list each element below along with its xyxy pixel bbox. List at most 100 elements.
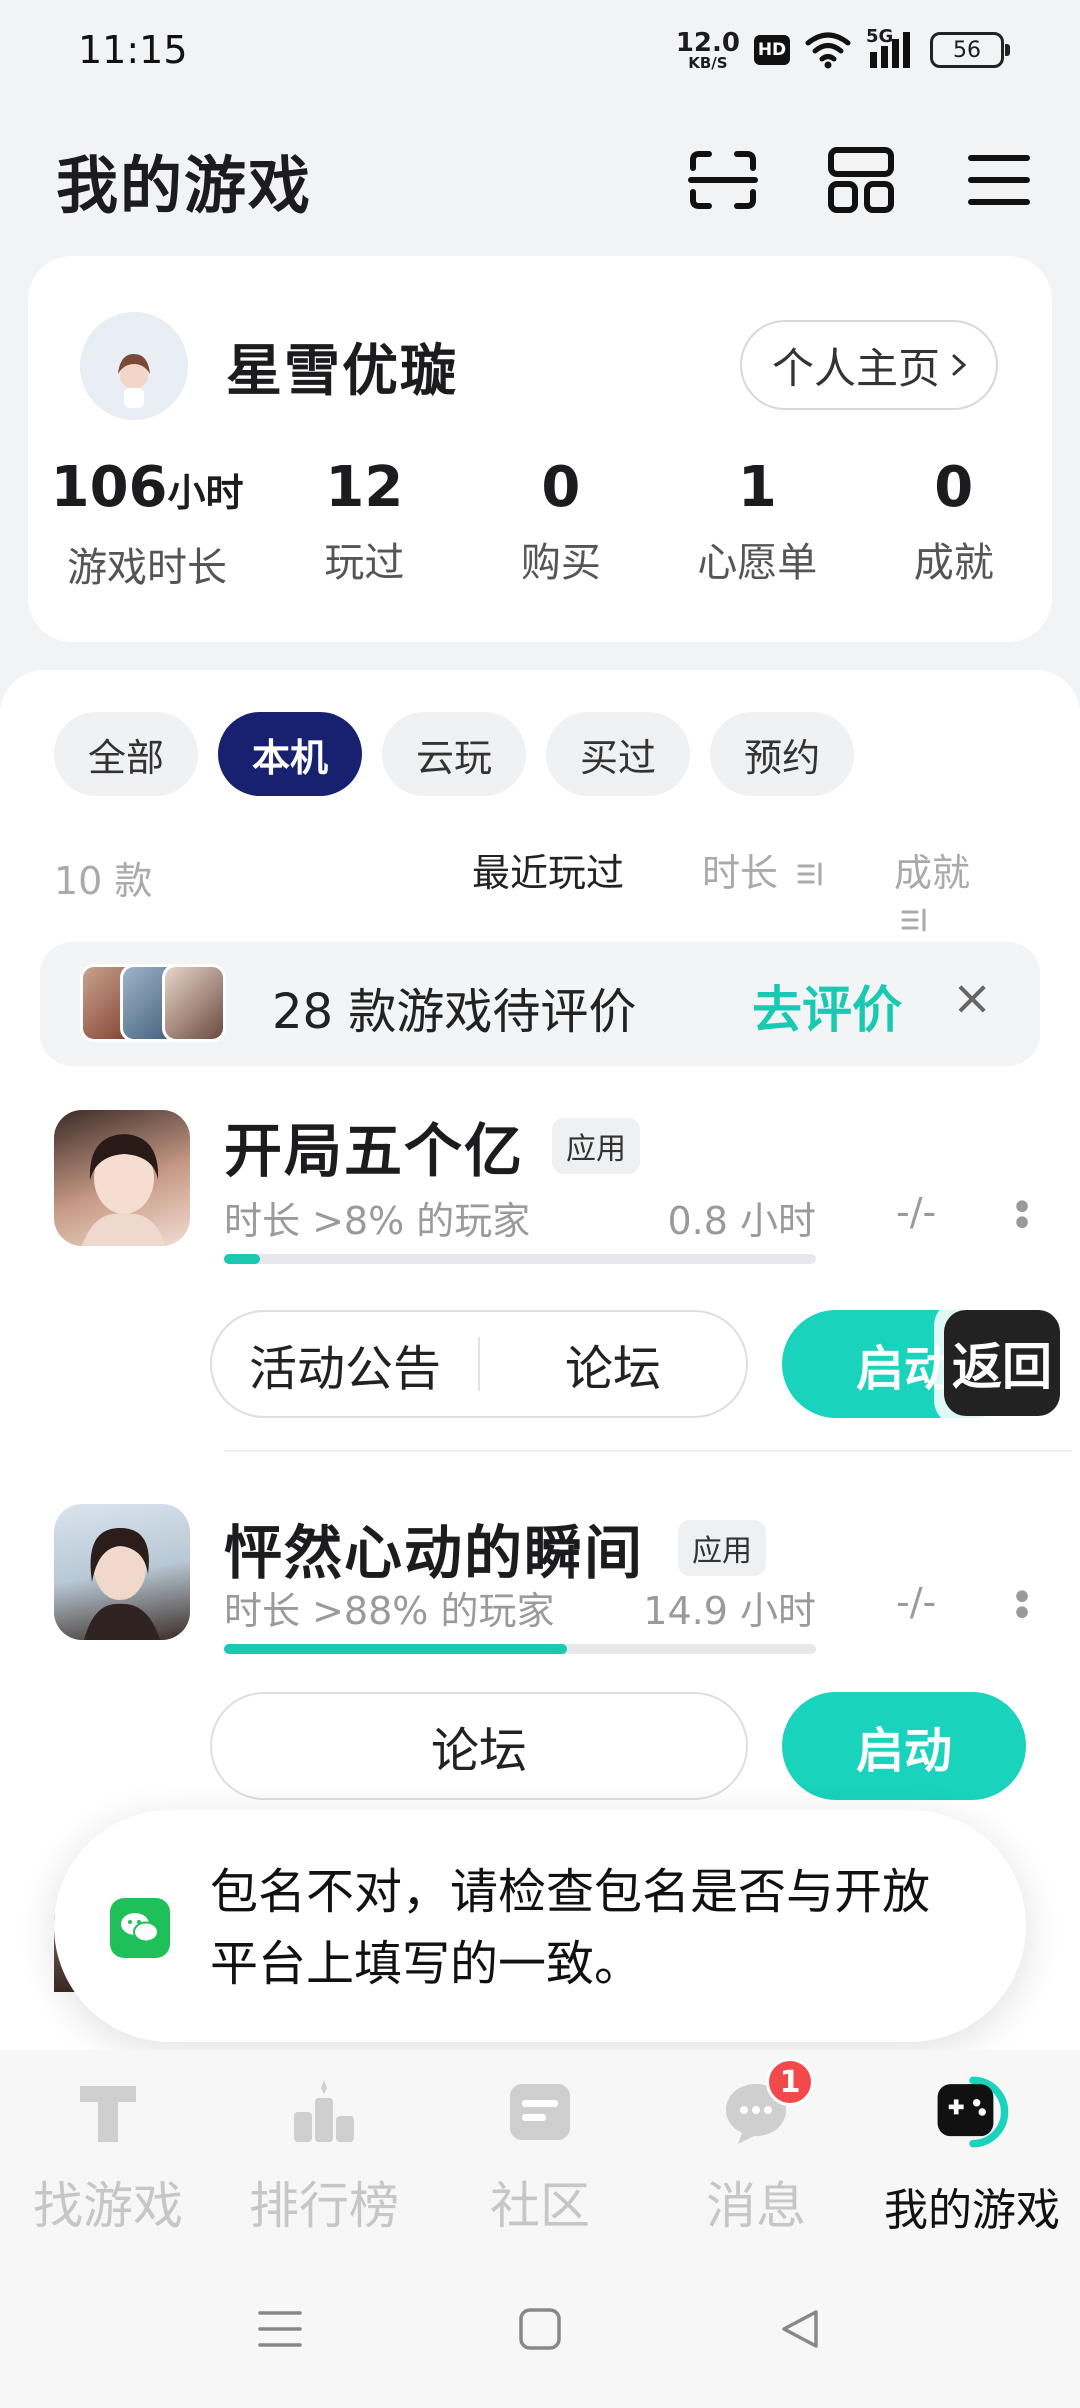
filter-bought[interactable]: 买过 [546,712,691,796]
hd-icon: HD [754,35,790,65]
sort-icon [797,862,822,886]
app-tag: 应用 [678,1520,766,1576]
homepage-button[interactable]: 个人主页 [739,320,998,410]
toast: 包名不对，请检查包名是否与开放平台上填写的一致。 [54,1810,1026,2042]
my-games-icon [932,2072,1012,2152]
review-banner[interactable]: 28 款游戏待评价 去评价 × [40,942,1040,1066]
forum-button[interactable]: 论坛 [480,1329,746,1399]
stat-label: 心愿单 [697,540,818,586]
cell-signal-icon: 5G [866,26,916,70]
nav-ranking[interactable]: 排行榜 [216,2050,432,2250]
filter-all[interactable]: 全部 [54,712,199,796]
game-hours: 14.9 小时 [643,1589,816,1633]
start-button[interactable]: 启动 [782,1692,1026,1800]
game-count: 10 款 [54,859,153,903]
game-icon [54,1504,190,1640]
stat-achievements[interactable]: 0 成就 [856,446,1052,593]
playtime-progress-track [224,1644,816,1654]
divider [224,1450,1072,1452]
wechat-icon [110,1898,170,1958]
battery-icon: 56 [930,32,1010,68]
more-options-icon[interactable]: • • [1010,1578,1034,1634]
username: 星雪优璇 [226,339,458,404]
stat-label: 游戏时长 [67,545,228,591]
stat-purchased[interactable]: 0 购买 [463,446,659,593]
filter-cloud[interactable]: 云玩 [382,712,527,796]
game-playtime-rank: 时长 >88% 的玩家 [224,1589,555,1633]
sort-icon [901,908,926,932]
stat-label: 成就 [913,540,994,586]
pending-review-thumbnails [80,964,226,1044]
playtime-progress-fill [224,1254,260,1264]
wifi-icon [805,32,851,69]
toast-message: 包名不对，请检查包名是否与开放平台上填写的一致。 [210,1864,931,1992]
game-title: 怦然心动的瞬间 [224,1519,645,1587]
message-icon: 1 [716,2058,814,2152]
avatar[interactable] [80,312,188,420]
recent-apps-icon[interactable] [250,2299,310,2359]
system-navigation-bar [0,2250,1080,2408]
sort-row: 10 款 最近玩过 时长 成就 [54,842,1014,932]
nav-label: 排行榜 [249,2177,399,2235]
stat-played[interactable]: 12 玩过 [266,446,462,593]
game-hours: 0.8 小时 [667,1199,816,1243]
header-actions [684,141,1038,219]
unread-badge: 1 [766,2058,814,2106]
sort-achievements-label: 成就 [894,851,971,895]
status-bar: 11:15 12.0 KB/S HD 5G 56 [0,0,1080,100]
back-icon[interactable] [770,2299,830,2359]
homepage-button-label: 个人主页 [771,343,940,393]
stat-label: 玩过 [324,540,405,586]
close-icon[interactable]: × [952,970,992,1026]
sort-recent[interactable]: 最近玩过 [472,842,624,897]
game-title: 开局五个亿 [224,1117,525,1185]
go-review-link[interactable]: 去评价 [752,970,902,1042]
apps-grid-icon[interactable] [822,141,900,219]
filter-local[interactable]: 本机 [218,712,363,796]
battery-level: 56 [953,37,981,63]
home-icon[interactable] [510,2299,570,2359]
game-item[interactable]: 开局五个亿 应用 时长 >8% 的玩家 0.8 小时 -/- • • 活动公告 论… [0,1110,1080,1490]
sort-duration[interactable]: 时长 [702,842,824,897]
sort-achievements[interactable]: 成就 [894,842,1014,941]
community-icon [500,2072,580,2152]
profile-stats: 106小时 游戏时长 12 玩过 0 购买 1 心愿单 0 成就 [28,446,1052,593]
playtime-progress-fill [224,1644,568,1654]
profile-card: 星雪优璇 个人主页 106小时 游戏时长 12 玩过 0 购买 1 心愿单 0 … [28,256,1052,642]
stat-playtime[interactable]: 106小时 游戏时长 [28,446,266,593]
page-title: 我的游戏 [56,149,313,222]
network-speed: 12.0 KB/S [676,30,740,71]
game-playtime-rank: 时长 >8% 的玩家 [224,1199,531,1243]
playtime-progress-track [224,1254,816,1264]
game-icon [54,1110,190,1246]
bottom-nav: 找游戏 排行榜 社区 1 消息 我的游戏 [0,2050,1080,2250]
forum-button-label: 论坛 [430,1723,527,1779]
more-options-icon[interactable]: • • [1010,1188,1034,1244]
forum-button[interactable]: 论坛 [210,1692,748,1800]
nav-label: 我的游戏 [884,2185,1060,2236]
nav-my-games[interactable]: 我的游戏 [864,2050,1080,2250]
filter-tabs: 全部 本机 云玩 买过 预约 [54,712,855,796]
nav-find-games[interactable]: 找游戏 [0,2050,216,2250]
stat-wishlist[interactable]: 1 心愿单 [659,446,855,593]
nav-label: 社区 [490,2177,590,2235]
nav-community[interactable]: 社区 [432,2050,648,2250]
stat-value: 0 [541,455,581,520]
network-speed-unit: KB/S [688,53,728,72]
nav-messages[interactable]: 1 消息 [648,2050,864,2250]
nav-label: 消息 [706,2177,806,2235]
review-prompt: 28 款游戏待评价 [272,984,637,1040]
back-button-label: 返回 [944,1310,1060,1416]
game-achievement-progress: -/- [896,1580,937,1624]
header: 我的游戏 [0,120,1080,240]
menu-icon[interactable] [960,141,1038,219]
announcement-button[interactable]: 活动公告 [212,1329,478,1399]
scan-icon[interactable] [684,141,762,219]
floating-back-button[interactable]: 返回 [934,1300,1080,1426]
network-speed-value: 12.0 [675,27,740,58]
filter-reserved[interactable]: 预约 [710,712,855,796]
game-achievement-progress: -/- [896,1190,937,1234]
status-time: 11:15 [78,28,188,72]
nav-label: 找游戏 [33,2177,183,2235]
stat-value: 0 [934,455,974,520]
